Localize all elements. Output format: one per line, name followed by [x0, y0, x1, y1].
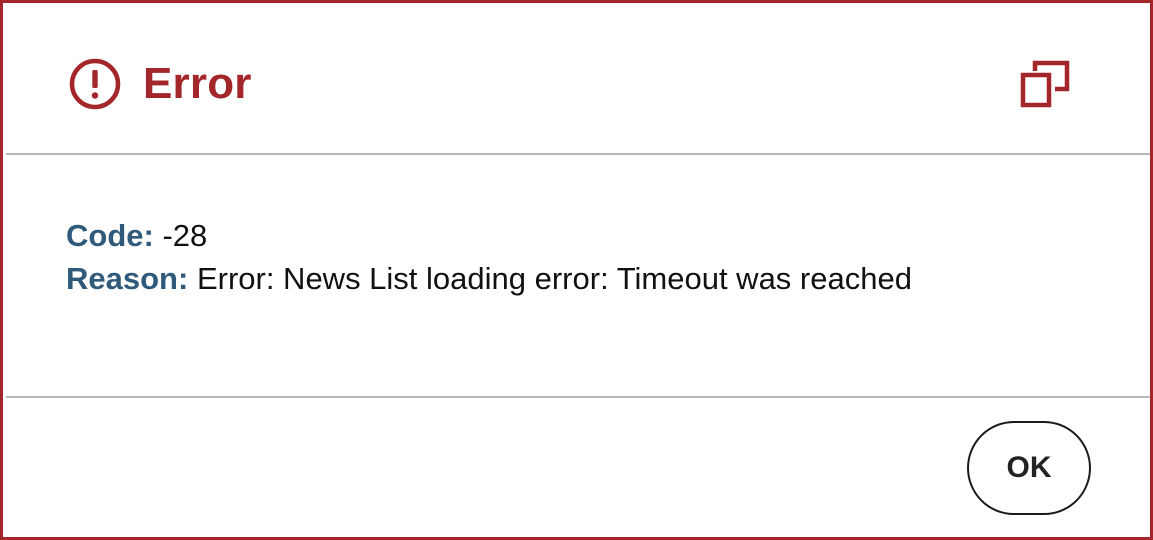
footer-divider — [6, 396, 1150, 398]
dialog-title: Error — [143, 59, 252, 108]
error-circle-icon — [69, 58, 121, 110]
copy-icon — [1020, 60, 1070, 108]
reason-value: Error: News List loading error: Timeout … — [196, 261, 912, 296]
header-divider — [6, 153, 1150, 155]
reason-label: Reason: — [66, 261, 189, 296]
dialog-header: Error — [6, 6, 1150, 156]
code-label: Code: — [66, 218, 154, 253]
copy-button[interactable] — [1017, 57, 1073, 113]
reason-row: Reason: Error: News List loading error: … — [66, 259, 912, 299]
ok-button[interactable]: OK — [967, 421, 1091, 515]
code-value: -28 — [162, 218, 208, 253]
dialog-body: Code: -28 Reason: Error: News List loadi… — [6, 159, 1150, 399]
code-row: Code: -28 — [66, 216, 207, 256]
error-dialog: Error Code: -28 Reason: Error: News List… — [0, 0, 1153, 540]
